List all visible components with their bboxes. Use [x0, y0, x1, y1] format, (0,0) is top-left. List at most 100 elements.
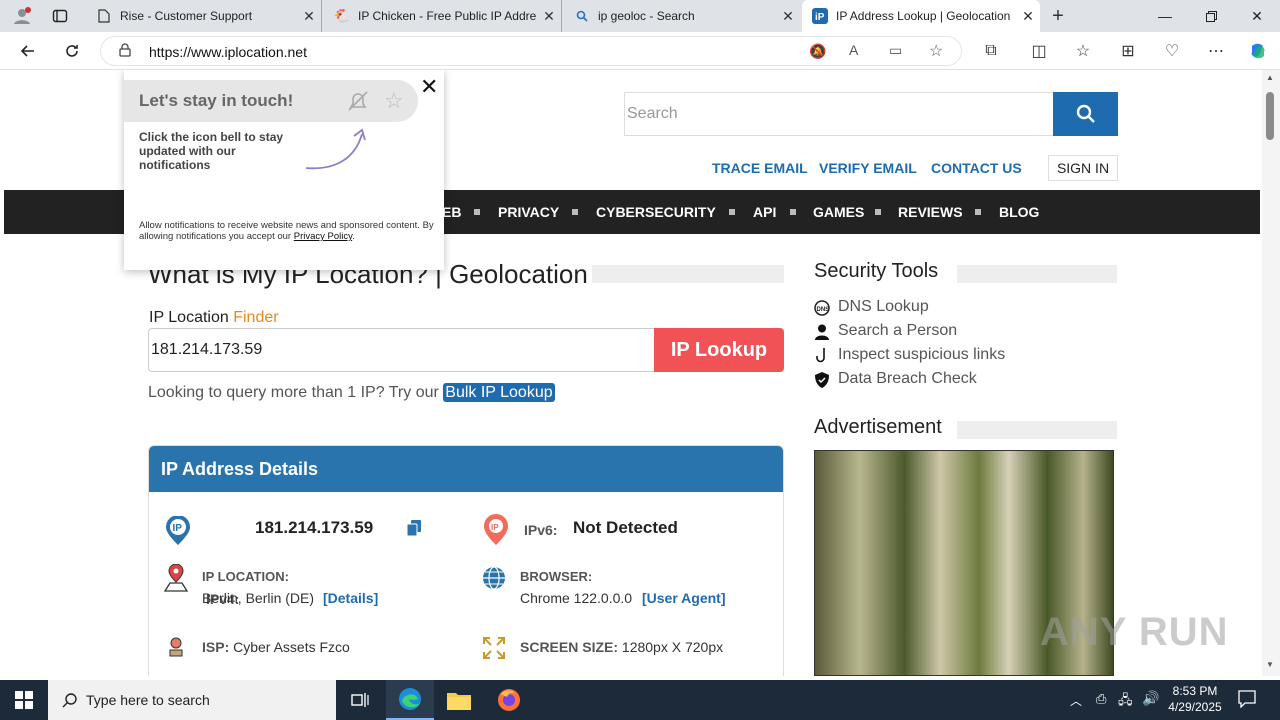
performance-icon[interactable]: ♡ [1156, 32, 1188, 70]
ip-input[interactable]: 181.214.173.59 [148, 328, 654, 372]
ipv4-value: 181.214.173.59 [255, 518, 374, 537]
nav-item-reviews[interactable]: REVIEWS [898, 190, 963, 234]
svg-text:iP: iP [815, 12, 825, 23]
verify-email-link[interactable]: VERIFY EMAIL [819, 160, 917, 176]
nav-separator [975, 209, 981, 215]
isp-row: ISP: Cyber Assets Fzco [202, 639, 350, 655]
scrollbar-thumb[interactable] [1266, 92, 1274, 140]
nav-item-api[interactable]: API [753, 190, 776, 234]
lock-icon[interactable] [119, 43, 131, 62]
address-bar[interactable]: https://www.iplocation.net 🔕 A ▭ ☆ [100, 36, 962, 66]
notification-center-icon[interactable] [1238, 690, 1256, 713]
advertisement-heading: Advertisement [814, 416, 942, 438]
search-icon [1076, 104, 1095, 123]
tab-title: IP Chicken - Free Public IP Addre [358, 9, 537, 23]
network-icon[interactable]: 🖧 [1118, 691, 1133, 713]
collections-icon[interactable]: ⊞ [1112, 32, 1144, 70]
close-window-icon[interactable]: ✕ [1234, 0, 1280, 32]
bulk-ip-lookup-link[interactable]: Bulk IP Lookup [443, 383, 555, 402]
ip-lookup-button[interactable]: IP Lookup [654, 328, 784, 372]
windows-start-icon[interactable] [0, 680, 48, 720]
contact-us-link[interactable]: CONTACT US [931, 160, 1022, 176]
location-details-link[interactable]: [Details] [323, 590, 378, 606]
file-explorer-icon[interactable] [435, 680, 483, 720]
nav-item-blog[interactable]: BLOG [999, 190, 1039, 234]
tab-search[interactable]: ip geoloc - Search ✕ [564, 0, 800, 32]
firefox-icon[interactable] [485, 680, 533, 720]
site-search-input[interactable]: Search [624, 92, 1054, 136]
tab-rise[interactable]: Rise - Customer Support ✕ [86, 0, 322, 32]
volume-icon[interactable]: 🔊 [1142, 690, 1159, 707]
data-breach-link[interactable]: Data Breach Check [838, 370, 977, 388]
ipv6-label: IPv6: [524, 522, 558, 538]
nav-separator [572, 209, 578, 215]
close-tab-icon[interactable]: ✕ [776, 8, 800, 25]
site-search-button[interactable] [1053, 92, 1118, 136]
close-tab-icon[interactable]: ✕ [537, 8, 561, 25]
privacy-policy-link[interactable]: Privacy Policy [294, 231, 352, 242]
tab-actions-icon[interactable] [44, 0, 76, 32]
close-tab-icon[interactable]: ✕ [297, 8, 321, 25]
back-icon[interactable] [12, 32, 44, 70]
read-aloud-icon[interactable]: A [849, 42, 858, 58]
page-scrollbar[interactable]: ▲ ▼ [1262, 70, 1280, 676]
taskbar-search-box[interactable]: Type here to search [48, 680, 336, 720]
scroll-down-icon[interactable]: ▼ [1266, 660, 1274, 669]
search-person-link[interactable]: Search a Person [838, 322, 957, 340]
tab-ipchicken[interactable]: 🐔 IP Chicken - Free Public IP Addre ✕ [324, 0, 562, 32]
screen-size-value: 1280px X 720px [621, 639, 724, 655]
sign-in-button[interactable]: SIGN IN [1048, 155, 1118, 181]
popup-title: Let's stay in touch! [139, 91, 294, 110]
trace-email-link[interactable]: TRACE EMAIL [712, 160, 808, 176]
user-agent-link[interactable]: [User Agent] [642, 590, 726, 606]
favorite-star-icon[interactable]: ☆ [929, 41, 943, 61]
nav-item-games[interactable]: GAMES [813, 190, 864, 234]
minimize-icon[interactable]: ― [1142, 0, 1188, 32]
notifications-blocked-icon[interactable]: 🔕 [809, 43, 826, 60]
inspect-links-link[interactable]: Inspect suspicious links [838, 346, 1005, 364]
close-popup-button[interactable]: ✕ [420, 74, 438, 100]
nav-separator [790, 209, 796, 215]
tray-chevron-icon[interactable]: ︿ [1070, 692, 1082, 709]
finder-accent: Finder [233, 309, 279, 326]
search-icon [62, 692, 78, 711]
refresh-icon[interactable] [56, 32, 88, 70]
edge-taskbar-icon[interactable] [386, 680, 434, 720]
dns-lookup-link[interactable]: DNS Lookup [838, 298, 929, 316]
extensions-icon[interactable]: ⧉ [975, 32, 1007, 70]
title-divider [592, 265, 784, 283]
ipv6-icon: IP [483, 514, 509, 551]
chicken-icon: 🐔 [333, 8, 351, 23]
profile-icon[interactable] [6, 0, 38, 32]
tab-title: ip geoloc - Search [598, 9, 695, 23]
arrow-icon [304, 128, 368, 177]
svg-text:IP: IP [173, 523, 183, 534]
clock-time: 8:53 PM [1172, 684, 1218, 698]
scroll-up-icon[interactable]: ▲ [1266, 73, 1274, 82]
screen-size-icon [482, 636, 506, 665]
url-text: https://www.iplocation.net [149, 44, 307, 60]
menu-dots-icon[interactable]: ⋯ [1200, 32, 1232, 70]
new-tab-button[interactable]: + [1042, 0, 1074, 32]
copilot-icon[interactable] [1242, 32, 1274, 70]
star-icon[interactable]: ☆ [384, 88, 404, 114]
popup-description: Click the icon bell to stay updated with… [139, 130, 284, 172]
tab-title: Rise - Customer Support [120, 9, 253, 23]
nav-separator [729, 209, 735, 215]
task-view-icon[interactable] [336, 680, 384, 720]
nav-item-web[interactable]: EB [442, 190, 461, 234]
location-pin-icon [163, 563, 189, 597]
tab-iplocation[interactable]: iP IP Address Lookup | Geolocation ✕ [802, 0, 1040, 32]
bell-icon[interactable] [346, 89, 370, 118]
nav-item-cybersecurity[interactable]: CYBERSECURITY [596, 190, 716, 234]
close-tab-icon[interactable]: ✕ [1016, 8, 1040, 25]
copy-icon[interactable] [406, 520, 421, 541]
immersive-reader-icon[interactable]: ▭ [889, 42, 902, 59]
taskbar-clock[interactable]: 8:53 PM 4/29/2025 [1160, 683, 1230, 715]
tray-device-icon[interactable]: ⎙ [1096, 691, 1106, 707]
address-toolbar: https://www.iplocation.net 🔕 A ▭ ☆ ⧉ ◫ ☆… [0, 32, 1280, 70]
split-screen-icon[interactable]: ◫ [1023, 32, 1055, 70]
restore-icon[interactable] [1188, 0, 1234, 32]
nav-item-privacy[interactable]: PRIVACY [498, 190, 559, 234]
favorites-icon[interactable]: ☆ [1067, 32, 1099, 70]
